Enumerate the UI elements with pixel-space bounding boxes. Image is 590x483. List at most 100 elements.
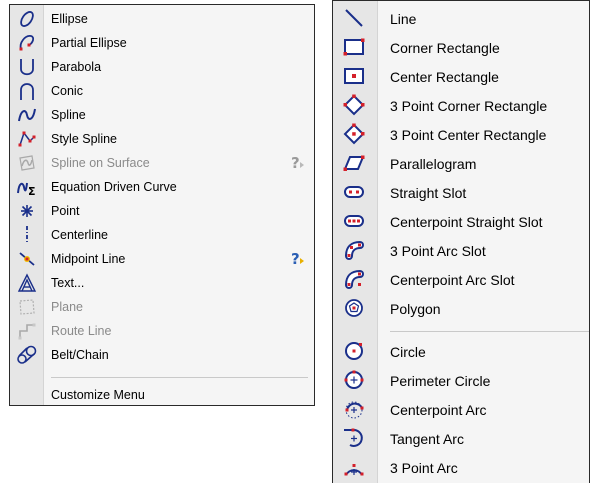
style-spline-icon [16,128,38,150]
menu-item-label: Center Rectangle [390,68,499,85]
menu-item-label: Straight Slot [390,184,467,201]
menu-item-belt-chain[interactable]: Belt/Chain [10,343,314,367]
menu-item-label: Text... [51,276,85,290]
help-question-icon[interactable]: ? [290,249,306,272]
sketch-entities-menu-left: Ellipse Partial Ellipse Parabola Conic S… [9,4,315,406]
menu-item-plane[interactable]: Plane [10,295,314,319]
menu-item-3-point-center-rectangle[interactable]: 3 Point Center Rectangle [333,120,589,149]
menu-item-label: Centerpoint Arc [390,401,487,418]
menu-item-centerpoint-straight-slot[interactable]: Centerpoint Straight Slot [333,207,589,236]
menu-item-label: Midpoint Line [51,252,126,266]
menu-item-centerpoint-arc[interactable]: Centerpoint Arc [333,395,589,424]
menu-item-3-point-corner-rectangle[interactable]: 3 Point Corner Rectangle [333,91,589,120]
menu-item-label: Circle [390,343,426,360]
menu-item-perimeter-circle[interactable]: Perimeter Circle [333,366,589,395]
menu-item-spline-on-surface[interactable]: Spline on Surface ? [10,151,314,175]
straight-slot-icon [342,180,366,204]
menu-item-3-point-arc-slot[interactable]: 3 Point Arc Slot [333,236,589,265]
centerpoint-arc-icon [342,397,366,421]
menu-item-3-point-arc[interactable]: 3 Point Arc [333,453,589,482]
menu-item-center-rectangle[interactable]: Center Rectangle [333,62,589,91]
perimeter-circle-icon [342,368,366,392]
menu-item-label: Ellipse [51,12,88,26]
menu-item-route-line[interactable]: Route Line [10,319,314,343]
menu-item-label: Spline on Surface [51,156,150,170]
menu-item-partial-ellipse[interactable]: Partial Ellipse [10,31,314,55]
menu-item-polygon[interactable]: Polygon [333,294,589,323]
three-point-arc-icon [342,455,366,479]
menu-item-label: Polygon [390,300,441,317]
centerline-icon [16,224,38,246]
polygon-icon [342,296,366,320]
parabola-icon [16,56,38,78]
menu-item-label: Conic [51,84,83,98]
menu-item-text[interactable]: Text... [10,271,314,295]
partial-ellipse-icon [16,32,38,54]
conic-icon [16,80,38,102]
menu-item-label: Perimeter Circle [390,372,491,389]
menu-item-centerpoint-arc-slot[interactable]: Centerpoint Arc Slot [333,265,589,294]
menu-item-label: Equation Driven Curve [51,180,177,194]
point-icon [16,200,38,222]
svg-text:?: ? [291,154,300,171]
equation-driven-curve-icon: Σ [16,176,38,198]
menu-item-label: Partial Ellipse [51,36,127,50]
menu-item-label: 3 Point Corner Rectangle [390,97,548,114]
menu-item-label: Parallelogram [390,155,477,172]
menu-item-conic[interactable]: Conic [10,79,314,103]
menu-item-label: Centerpoint Arc Slot [390,271,515,288]
tangent-arc-icon [342,426,366,450]
svg-text:Σ: Σ [28,185,36,197]
menu-item-equation-driven-curve[interactable]: Σ Equation Driven Curve [10,175,314,199]
menu-item-label: Belt/Chain [51,348,109,362]
line-icon [342,6,366,30]
menu-item-label: Line [390,10,417,27]
menu-item-label: 3 Point Arc Slot [390,242,486,259]
menu-item-label: Centerpoint Straight Slot [390,213,543,230]
menu-item-point[interactable]: Point [10,199,314,223]
menu-item-ellipse[interactable]: Ellipse [10,7,314,31]
centerpoint-arc-slot-icon [342,267,366,291]
sketch-entities-menu-right: Line Corner Rectangle Center Rectangle 3… [332,0,590,483]
menu-item-line[interactable]: Line [333,4,589,33]
ellipse-icon [16,8,38,30]
menu-item-spline[interactable]: Spline [10,103,314,127]
midpoint-line-icon [16,248,38,270]
menu-item-label: Point [51,204,80,218]
three-point-corner-rectangle-icon [342,93,366,117]
menu-item-corner-rectangle[interactable]: Corner Rectangle [333,33,589,62]
menu-item-label: Customize Menu [51,388,145,402]
text-icon [16,272,38,294]
menu-separator [390,331,589,332]
menu-item-label: Tangent Arc [390,430,464,447]
menu-item-style-spline[interactable]: Style Spline [10,127,314,151]
menu-item-label: Parabola [51,60,102,74]
menu-item-label: Corner Rectangle [390,39,500,56]
three-point-center-rectangle-icon [342,122,366,146]
help-question-icon[interactable]: ? [290,153,306,176]
menu-item-centerline[interactable]: Centerline [10,223,314,247]
menu-item-label: 3 Point Center Rectangle [390,126,547,143]
svg-text:?: ? [291,250,300,267]
menu-item-parallelogram[interactable]: Parallelogram [333,149,589,178]
route-line-icon [16,320,38,342]
belt-chain-icon [16,344,38,366]
menu-item-label: Style Spline [51,132,118,146]
menu-item-label: Spline [51,108,86,122]
menu-item-tangent-arc[interactable]: Tangent Arc [333,424,589,453]
circle-icon [342,339,366,363]
parallelogram-icon [342,151,366,175]
menu-separator [51,377,308,378]
menu-item-label: Route Line [51,324,112,338]
spline-on-surface-icon [16,152,38,174]
spline-icon [16,104,38,126]
centerpoint-straight-slot-icon [342,209,366,233]
menu-item-straight-slot[interactable]: Straight Slot [333,178,589,207]
menu-item-circle[interactable]: Circle [333,337,589,366]
menu-item-label: Centerline [51,228,108,242]
plane-icon [16,296,38,318]
menu-item-customize-menu[interactable]: Customize Menu [10,383,314,407]
menu-item-midpoint-line[interactable]: Midpoint Line ? [10,247,314,271]
corner-rectangle-icon [342,35,366,59]
menu-item-parabola[interactable]: Parabola [10,55,314,79]
